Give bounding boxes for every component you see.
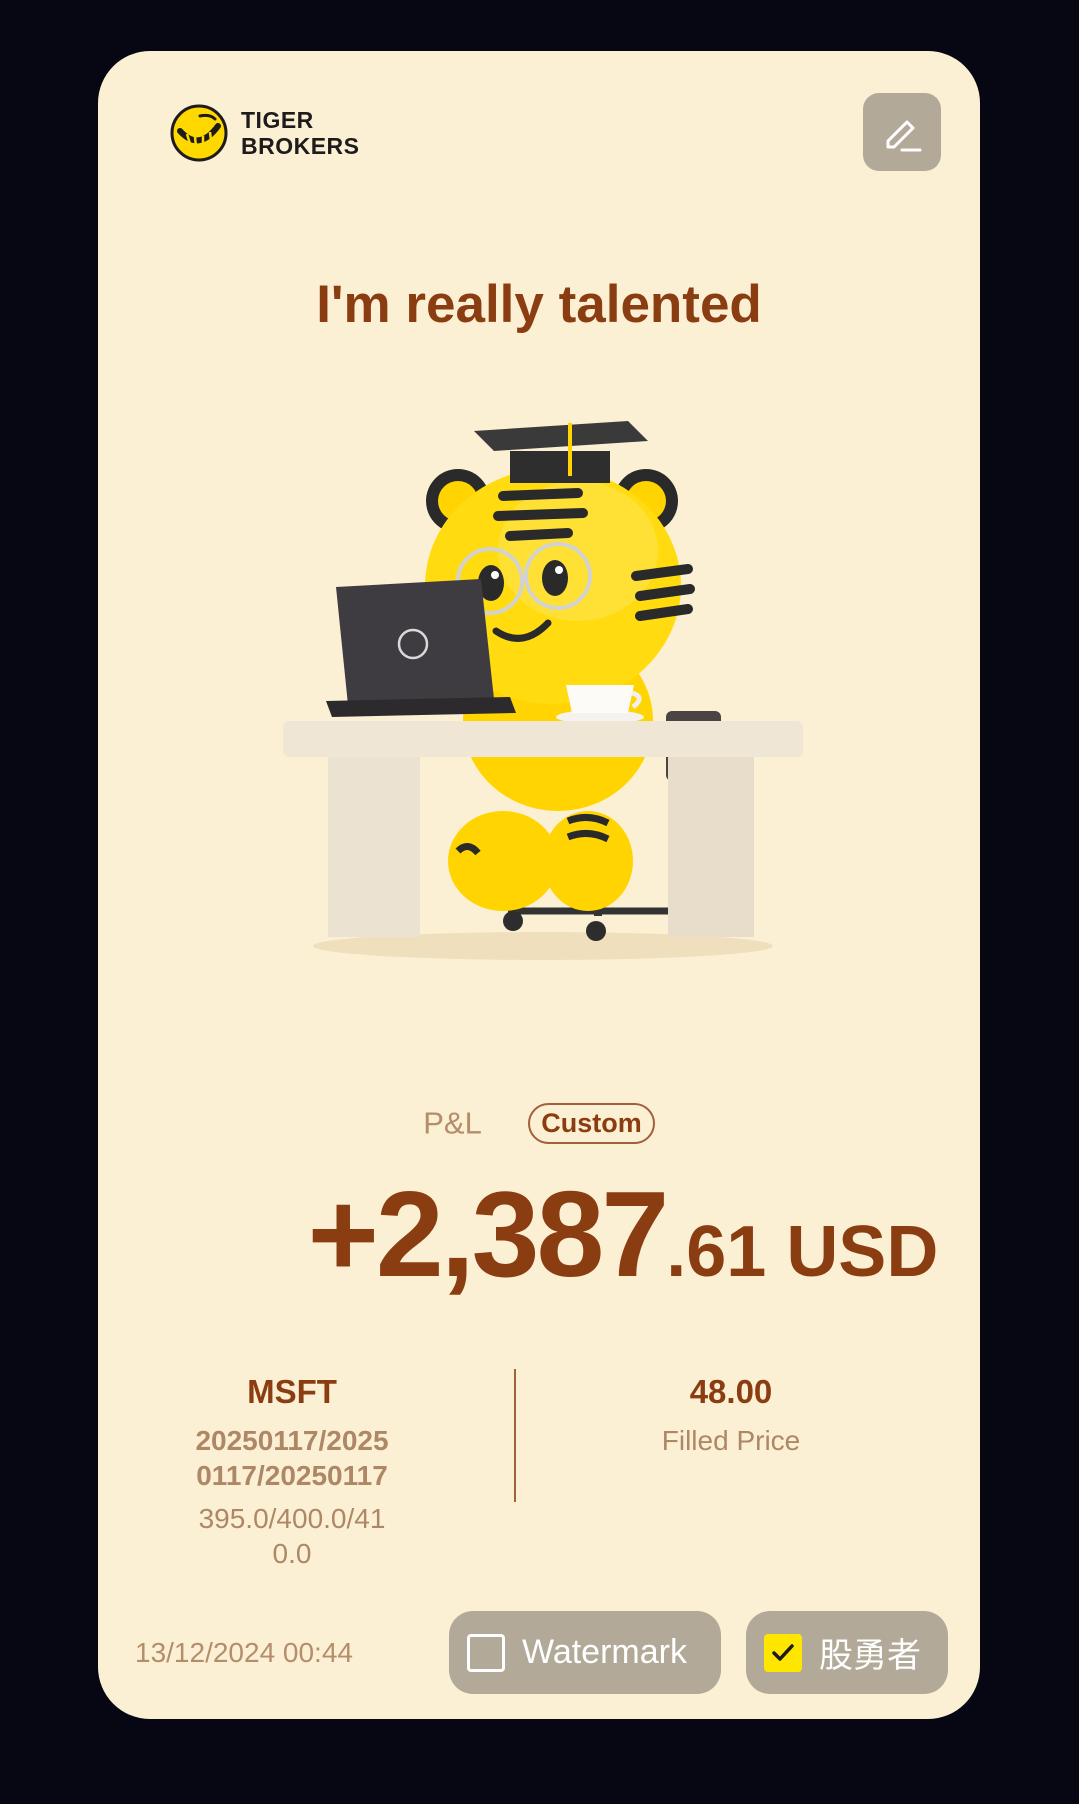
pnl-amount: +2,387.61 USD [98, 1164, 980, 1304]
nickname-toggle[interactable]: 股勇者 [746, 1611, 948, 1694]
filled-price-block: 48.00 Filled Price [598, 1373, 864, 1458]
edit-pencil-icon [886, 120, 922, 152]
pnl-amount-fraction: .61 USD [666, 1212, 939, 1292]
custom-range-badge[interactable]: Custom [528, 1103, 655, 1144]
headline: I'm really talented [316, 275, 762, 334]
nickname-checkbox[interactable] [764, 1633, 802, 1672]
brand-name: TIGER BROKERS [241, 107, 360, 159]
share-card: TIGER BROKERS I'm really talented P&L Cu… [98, 51, 980, 1719]
strike-prices: 395.0/400.0/410.0 [198, 1503, 386, 1569]
filled-price-value: 48.00 [689, 1373, 773, 1410]
symbol: MSFT [247, 1373, 337, 1410]
tiger-mascot-illustration [283, 421, 803, 960]
edit-button[interactable] [863, 93, 941, 171]
watermark-checkbox[interactable] [467, 1633, 505, 1672]
pnl-label: P&L [423, 1105, 482, 1141]
check-icon [772, 1643, 794, 1661]
watermark-label: Watermark [522, 1633, 687, 1671]
watermark-toggle[interactable]: Watermark [449, 1611, 721, 1694]
pnl-header: P&L Custom [98, 1103, 980, 1144]
nickname-label: 股勇者 [819, 1637, 921, 1675]
pnl-amount-main: +2,387 [307, 1166, 670, 1302]
brand-logo: TIGER BROKERS [170, 104, 360, 162]
stats-divider [514, 1369, 516, 1502]
timestamp: 13/12/2024 00:44 [135, 1637, 353, 1668]
expiry-dates: 20250117/20250117/20250117 [195, 1425, 389, 1491]
position-details: MSFT 20250117/20250117/20250117 395.0/40… [188, 1373, 396, 1571]
tiger-logo-icon [170, 104, 228, 162]
filled-price-label: Filled Price [661, 1425, 801, 1456]
